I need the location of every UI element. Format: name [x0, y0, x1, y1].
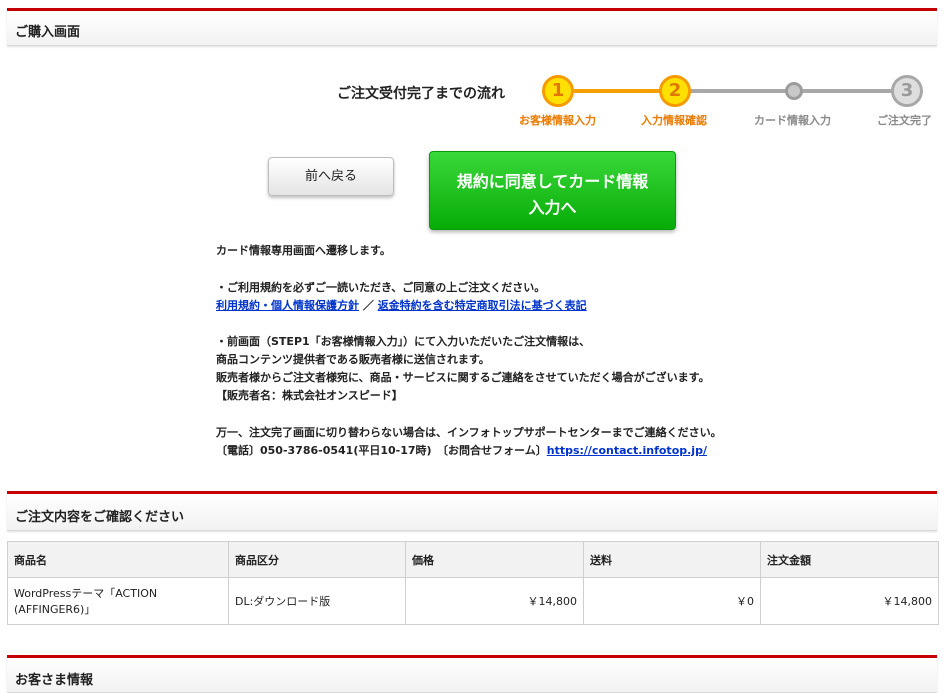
phone-text: 〔電話〕050-3786-0541(平日10-17時) 〔お問合せフォーム〕	[216, 444, 547, 457]
col-header-shipping: 送料	[583, 541, 761, 578]
flow-label: ご注文受付完了までの流れ	[337, 86, 505, 102]
agree-button-line-2: 入力へ	[528, 198, 577, 217]
col-header-category: 商品区分	[228, 541, 406, 578]
link-separator: ／	[362, 299, 374, 312]
product-name-cell: WordPressテーマ「ACTION (AFFINGER6)」	[7, 577, 229, 625]
terms-privacy-link[interactable]: 利用規約・個人情報保護方針	[216, 299, 359, 312]
info-line-2: 商品コンテンツ提供者である販売者様に送信されます。	[216, 353, 490, 366]
product-name-line-1: WordPressテーマ「ACTION	[14, 587, 158, 600]
total-cell: ￥14,800	[760, 577, 939, 625]
step-3-label: ご注文完了	[877, 114, 932, 127]
redirect-note: カード情報専用画面へ遷移します。	[216, 244, 391, 257]
progress-line-1	[574, 89, 660, 93]
order-table-header-row: 商品名 商品区分 価格 送料 注文金額	[7, 541, 939, 578]
agree-and-enter-card-button[interactable]: 規約に同意してカード情報 入力へ	[429, 151, 676, 230]
step-1-circle: 1	[542, 75, 574, 107]
col-header-product-name: 商品名	[7, 541, 229, 578]
contact-form-link[interactable]: https://contact.infotop.jp/	[547, 444, 707, 457]
seller-name: 【販売者名：株式会社オンスピード】	[216, 389, 403, 402]
table-row: WordPressテーマ「ACTION (AFFINGER6)」 DL:ダウンロ…	[7, 577, 939, 625]
order-confirm-panel-header: ご注文内容をご確認ください	[7, 491, 937, 531]
order-confirm-title: ご注文内容をご確認ください	[15, 510, 185, 525]
step-3-circle: 3	[891, 75, 923, 107]
terms-links-row: 利用規約・個人情報保護方針 ／ 返金特約を含む特定商取引法に基づく表記	[216, 297, 587, 313]
terms-note: ・ご利用規約を必ずご一読いただき、ご同意の上ご注文ください。	[216, 281, 546, 294]
product-name-line-2: (AFFINGER6)」	[14, 603, 96, 616]
back-button[interactable]: 前へ戻る	[268, 157, 394, 196]
support-note: 万一、注文完了画面に切り替わらない場合は、インフォトップサポートセンターまでご連…	[216, 426, 722, 439]
specified-commercial-law-link[interactable]: 返金特約を含む特定商取引法に基づく表記	[378, 299, 587, 312]
shipping-cell: ￥0	[583, 577, 761, 625]
customer-info-title: お客さま情報	[15, 673, 94, 688]
step-card-label: カード情報入力	[754, 114, 831, 127]
order-table: 商品名 商品区分 価格 送料 注文金額 WordPressテーマ「ACTION …	[7, 541, 939, 625]
purchase-panel-header: ご購入画面	[7, 8, 937, 46]
step-card-circle	[785, 82, 803, 100]
purchase-panel-title: ご購入画面	[15, 25, 81, 40]
price-cell: ￥14,800	[405, 577, 584, 625]
contact-row: 〔電話〕050-3786-0541(平日10-17時) 〔お問合せフォーム〕ht…	[216, 442, 707, 458]
col-header-total: 注文金額	[760, 541, 939, 578]
col-header-price: 価格	[405, 541, 584, 578]
step-2-label: 入力情報確認	[641, 114, 707, 127]
step-1-label: お客様情報入力	[519, 114, 596, 127]
agree-button-line-1: 規約に同意してカード情報	[456, 172, 649, 191]
info-line-3: 販売者様からご注文者様宛に、商品・サービスに関するご連絡をさせていただく場合がご…	[216, 371, 710, 384]
info-line-1: ・前画面（STEP1「お客様情報入力」）にて入力いただいたご注文情報は、	[216, 335, 591, 348]
progress-line-2	[690, 89, 786, 93]
category-cell: DL:ダウンロード版	[228, 577, 406, 625]
customer-info-panel-header: お客さま情報	[7, 655, 937, 693]
step-2-circle: 2	[659, 75, 691, 107]
progress-line-3	[802, 89, 892, 93]
